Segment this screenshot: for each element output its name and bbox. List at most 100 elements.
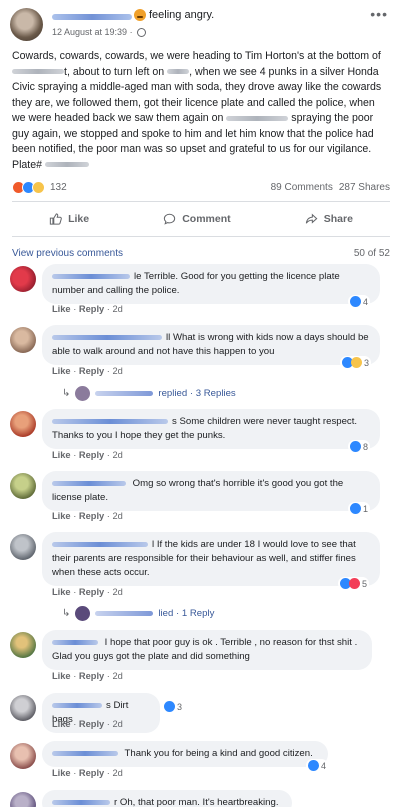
- comment-reactions[interactable]: 3: [340, 356, 372, 369]
- comment-time[interactable]: 2d: [112, 304, 122, 314]
- comment-reaction-count: 8: [363, 441, 369, 452]
- commenter-name-suffix[interactable]: s: [106, 700, 111, 711]
- sad-reaction-icon[interactable]: [32, 180, 45, 194]
- commenter-avatar[interactable]: [10, 632, 36, 658]
- comment-reply-link[interactable]: Reply: [79, 587, 104, 597]
- comment-like-link[interactable]: Like: [52, 366, 71, 376]
- comment-page-counter: 50 of 52: [353, 248, 390, 259]
- commenter-name-redacted[interactable]: [52, 418, 168, 424]
- comment-reactions[interactable]: 5: [338, 577, 370, 590]
- commenter-name-redacted[interactable]: [52, 334, 162, 340]
- commenter-name-redacted[interactable]: [52, 639, 98, 645]
- commenter-name-suffix[interactable]: r: [114, 797, 117, 807]
- comment-meta: Like · Reply · 2d: [52, 511, 123, 521]
- view-previous-comments-link[interactable]: View previous comments: [12, 248, 123, 259]
- author-avatar[interactable]: [10, 8, 43, 41]
- comment-reply-link[interactable]: Reply: [79, 671, 104, 681]
- comment-text: Oh, that poor man. It's heartbreaking.: [119, 797, 279, 807]
- feeling-status: feeling angry.: [134, 9, 214, 21]
- commenter-name-suffix[interactable]: ll: [166, 332, 170, 343]
- comment-time[interactable]: 2d: [112, 450, 122, 460]
- comment-text: Thank you for being a kind and good citi…: [124, 748, 313, 759]
- comment-reply-link[interactable]: Reply: [79, 304, 104, 314]
- redaction-mark: [167, 69, 190, 75]
- comment-like-link[interactable]: Like: [52, 768, 71, 778]
- comment-reply-link[interactable]: Reply: [79, 366, 104, 376]
- comment-reply-link[interactable]: Reply: [79, 450, 104, 460]
- comment-like-link[interactable]: Like: [52, 511, 71, 521]
- comment-like-link[interactable]: Like: [52, 719, 71, 729]
- replies-text[interactable]: lied · 1 Reply: [158, 608, 214, 619]
- comment-reaction-count: 1: [363, 503, 369, 514]
- comment-like-link[interactable]: Like: [52, 450, 71, 460]
- comment-time[interactable]: 2d: [112, 768, 122, 778]
- comment-bubble: le Terrible. Good for you getting the li…: [42, 264, 380, 304]
- post-action-bar: Like Comment Share: [12, 206, 390, 232]
- commenter-avatar[interactable]: [10, 792, 36, 807]
- like-reaction-icon: [164, 701, 175, 712]
- commenter-avatar[interactable]: [10, 411, 36, 437]
- commenter-name-redacted[interactable]: [52, 702, 102, 708]
- comment-time[interactable]: 2d: [112, 719, 122, 729]
- commenter-name-redacted[interactable]: [52, 541, 148, 547]
- post-text-part: t, about to turn left on: [64, 65, 168, 78]
- more-options-icon[interactable]: •••: [370, 6, 388, 22]
- post-timestamp[interactable]: 12 August at 19:39 ·: [52, 27, 146, 37]
- comment-time[interactable]: 2d: [112, 511, 122, 521]
- post-body: Cowards, cowards, cowards, we were headi…: [12, 49, 390, 173]
- comment-meta: Like · Reply · 2d: [52, 671, 123, 681]
- speech-bubble-icon: [164, 213, 176, 225]
- author-name-redacted[interactable]: [52, 14, 132, 20]
- view-replies-link[interactable]: ↳ replied · 3 Replies: [62, 386, 236, 401]
- comment-reply-link[interactable]: Reply: [79, 768, 104, 778]
- commenter-name-suffix[interactable]: le: [134, 271, 141, 282]
- comment-time[interactable]: 2d: [112, 366, 122, 376]
- comment-reaction-count: 4: [321, 760, 327, 771]
- reply-arrow-icon: ↳: [62, 388, 71, 399]
- comment-time[interactable]: 2d: [112, 587, 122, 597]
- comment-reaction-count: 4: [363, 296, 369, 307]
- comment-meta: Like · Reply · 2d: [52, 587, 123, 597]
- comment-reaction-count: 3: [177, 701, 183, 712]
- like-button[interactable]: Like: [49, 213, 89, 225]
- comment-reply-link[interactable]: Reply: [79, 719, 104, 729]
- view-replies-link[interactable]: ↳ lied · 1 Reply: [62, 606, 214, 621]
- replies-text[interactable]: replied · 3 Replies: [158, 388, 235, 399]
- commenter-avatar[interactable]: [10, 473, 36, 499]
- comment-like-link[interactable]: Like: [52, 671, 71, 681]
- thumbs-up-icon: [49, 213, 62, 225]
- comment-bubble: s Some children were never taught respec…: [42, 409, 380, 449]
- like-label: Like: [68, 213, 90, 225]
- comment-reactions[interactable]: 8: [348, 440, 371, 453]
- reaction-count[interactable]: 132: [50, 182, 67, 193]
- commenter-name-redacted[interactable]: [52, 750, 118, 756]
- share-button[interactable]: Share: [305, 213, 353, 225]
- commenter-avatar[interactable]: [10, 743, 36, 769]
- comment-reactions[interactable]: 3: [162, 700, 185, 713]
- comment-time[interactable]: 2d: [112, 671, 122, 681]
- post-date-text[interactable]: 12 August at 19:39 ·: [52, 27, 133, 37]
- comments-count[interactable]: 89 Comments: [271, 182, 333, 193]
- comment-like-link[interactable]: Like: [52, 587, 71, 597]
- commenter-avatar[interactable]: [10, 695, 36, 721]
- commenter-avatar[interactable]: [10, 327, 36, 353]
- commenter-name-redacted[interactable]: [52, 799, 110, 805]
- comment-reactions[interactable]: 4: [348, 295, 371, 308]
- commenter-name-redacted[interactable]: [52, 273, 130, 279]
- comment-reactions[interactable]: 4: [306, 759, 329, 772]
- reply-avatar: [75, 386, 91, 401]
- share-arrow-icon: [305, 213, 318, 224]
- comment-reactions[interactable]: 1: [348, 502, 371, 515]
- comment-like-link[interactable]: Like: [52, 304, 71, 314]
- commenter-avatar[interactable]: [10, 534, 36, 560]
- shares-count[interactable]: 287 Shares: [339, 182, 390, 193]
- comment-button[interactable]: Comment: [163, 213, 231, 225]
- commenter-avatar[interactable]: [10, 266, 36, 292]
- commenter-name-suffix[interactable]: l: [152, 539, 154, 550]
- comment-bubble: r Oh, that poor man. It's heartbreaking.: [42, 790, 292, 807]
- commenter-name-redacted[interactable]: [52, 480, 126, 486]
- comment-bubble: Thank you for being a kind and good citi…: [42, 741, 328, 767]
- comment-meta: Like · Reply · 2d: [52, 366, 123, 376]
- commenter-name-suffix[interactable]: s: [172, 416, 177, 427]
- comment-reply-link[interactable]: Reply: [79, 511, 104, 521]
